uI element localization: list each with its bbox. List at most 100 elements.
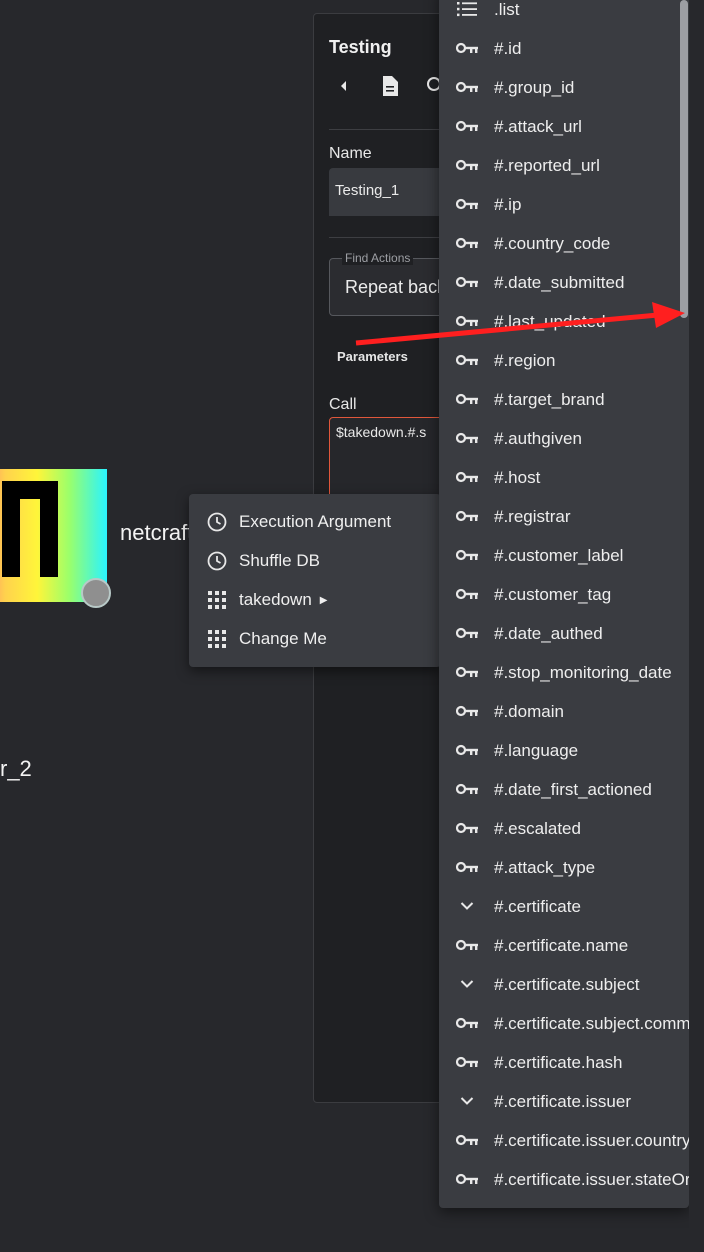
menu-item-change-me[interactable]: Change Me	[206, 627, 327, 651]
dropdown-item[interactable]: #.certificate.subject	[439, 965, 689, 1004]
key-icon	[455, 1013, 479, 1033]
key-icon	[455, 1052, 479, 1072]
call-label: Call	[329, 396, 357, 413]
dropdown-item-label: #.last_updated	[494, 312, 606, 331]
chevron-down-icon	[455, 1091, 479, 1111]
dropdown-item[interactable]: #.date_submitted	[439, 263, 689, 302]
node-label: netcraft	[120, 520, 194, 545]
dropdown-item-label: #.certificate.subject	[494, 975, 640, 994]
dropdown-item[interactable]: #.stop_monitoring_date	[439, 653, 689, 692]
dropdown-item[interactable]: #.last_updated	[439, 302, 689, 341]
dropdown-item[interactable]: #.group_id	[439, 68, 689, 107]
dropdown-item-label: #.certificate.issuer	[494, 1092, 631, 1111]
dropdown-item[interactable]: #.domain	[439, 692, 689, 731]
key-icon	[455, 701, 479, 721]
divider	[329, 129, 452, 130]
dropdown-item[interactable]: #.attack_type	[439, 848, 689, 887]
dropdown-item[interactable]: #.certificate.issuer.stateOrProvinceName	[439, 1160, 689, 1199]
key-icon	[455, 77, 479, 97]
dropdown-item[interactable]: #.date_first_actioned	[439, 770, 689, 809]
panel-toolbar	[334, 76, 446, 96]
dropdown-item[interactable]: #.registrar	[439, 497, 689, 536]
dropdown-item-label: #.date_submitted	[494, 273, 625, 292]
dropdown-item[interactable]: #.host	[439, 458, 689, 497]
dropdown-item[interactable]: #.id	[439, 29, 689, 68]
dropdown-item[interactable]: #.escalated	[439, 809, 689, 848]
tab-parameters[interactable]: Parameters	[337, 349, 408, 364]
dropdown-item-label: #.certificate.issuer.country	[494, 1131, 689, 1150]
variable-context-menu: Execution Argument Shuffle DB takedown ▶…	[189, 494, 441, 667]
dropdown-item[interactable]: #.attack_url	[439, 107, 689, 146]
dropdown-item[interactable]: #.language	[439, 731, 689, 770]
find-actions-value: Repeat back	[345, 277, 447, 297]
key-icon	[455, 662, 479, 682]
dropdown-item[interactable]: #.region	[439, 341, 689, 380]
dropdown-item-label: #.host	[494, 468, 541, 487]
dropdown-item[interactable]: #.certificate.issuer.country	[439, 1121, 689, 1160]
dropdown-item[interactable]: #.target_brand	[439, 380, 689, 419]
dropdown-item[interactable]: .list	[439, 0, 689, 29]
dropdown-item-label: #.certificate.subject.common_name	[494, 1014, 689, 1033]
dropdown-item-label: #.reported_url	[494, 156, 600, 175]
dropdown-item-label: #.registrar	[494, 507, 571, 526]
dropdown-item-label: #.authgiven	[494, 429, 582, 448]
key-icon	[455, 350, 479, 370]
find-actions-select[interactable]: Find Actions Repeat back	[329, 251, 452, 316]
dropdown-item-label: .list	[494, 0, 520, 19]
grid-icon	[206, 589, 228, 611]
key-icon	[455, 779, 479, 799]
key-icon	[455, 740, 479, 760]
dropdown-item[interactable]: #.ip	[439, 185, 689, 224]
dropdown-item[interactable]: #.certificate.hash	[439, 1043, 689, 1082]
dropdown-item[interactable]: #.certificate	[439, 887, 689, 926]
menu-item-takedown[interactable]: takedown ▶	[206, 588, 327, 612]
key-icon	[455, 584, 479, 604]
menu-item-shuffle-db[interactable]: Shuffle DB	[206, 549, 320, 573]
key-icon	[455, 38, 479, 58]
dropdown-item[interactable]: #.customer_tag	[439, 575, 689, 614]
key-icon	[455, 467, 479, 487]
document-icon[interactable]	[380, 76, 400, 96]
key-icon	[455, 857, 479, 877]
menu-item-label: Shuffle DB	[239, 551, 320, 570]
clock-icon	[206, 550, 228, 572]
scrollbar-thumb[interactable]	[680, 0, 688, 318]
key-icon	[455, 116, 479, 136]
dropdown-item-label: #.certificate.issuer.stateOrProvinceName	[494, 1170, 689, 1189]
dropdown-item-label: #.stop_monitoring_date	[494, 663, 672, 682]
dropdown-item-label: #.domain	[494, 702, 564, 721]
chevron-down-icon	[455, 974, 479, 994]
grid-icon	[206, 628, 228, 650]
dropdown-item-label: #.target_brand	[494, 390, 605, 409]
caret-right-icon: ▶	[319, 594, 328, 606]
clock-icon	[206, 511, 228, 533]
dropdown-item-label: #.country_code	[494, 234, 611, 253]
key-icon	[455, 389, 479, 409]
name-label: Name	[329, 145, 372, 162]
netcraft-logo	[2, 481, 58, 577]
menu-item-execution-argument[interactable]: Execution Argument	[206, 510, 391, 534]
key-icon	[455, 272, 479, 292]
variable-dropdown: .list #.id #.group_id #.attack_url #.reporte…	[439, 0, 689, 1208]
chevron-down-icon	[455, 896, 479, 916]
dropdown-item-label: #.attack_type	[494, 858, 596, 877]
dropdown-item[interactable]: #.certificate.subject.common_name	[439, 1004, 689, 1043]
dropdown-item[interactable]: #.certificate.issuer	[439, 1082, 689, 1121]
scrollbar-track[interactable]	[689, 0, 704, 1252]
dropdown-item[interactable]: #.customer_label	[439, 536, 689, 575]
node-connector-handle[interactable]	[81, 578, 111, 608]
node-label-2: r_2	[0, 756, 32, 781]
key-icon	[455, 155, 479, 175]
key-icon	[455, 233, 479, 253]
dropdown-item[interactable]: #.authgiven	[439, 419, 689, 458]
key-icon	[455, 428, 479, 448]
dropdown-item[interactable]: #.reported_url	[439, 146, 689, 185]
dropdown-item[interactable]: #.date_authed	[439, 614, 689, 653]
chevron-left-icon[interactable]	[334, 76, 354, 96]
key-icon	[455, 935, 479, 955]
dropdown-item[interactable]: #.certificate.name	[439, 926, 689, 965]
name-input[interactable]: Testing_1	[329, 168, 452, 216]
find-actions-legend: Find Actions	[342, 251, 414, 265]
dropdown-item-label: #.id	[494, 39, 522, 58]
dropdown-item[interactable]: #.country_code	[439, 224, 689, 263]
